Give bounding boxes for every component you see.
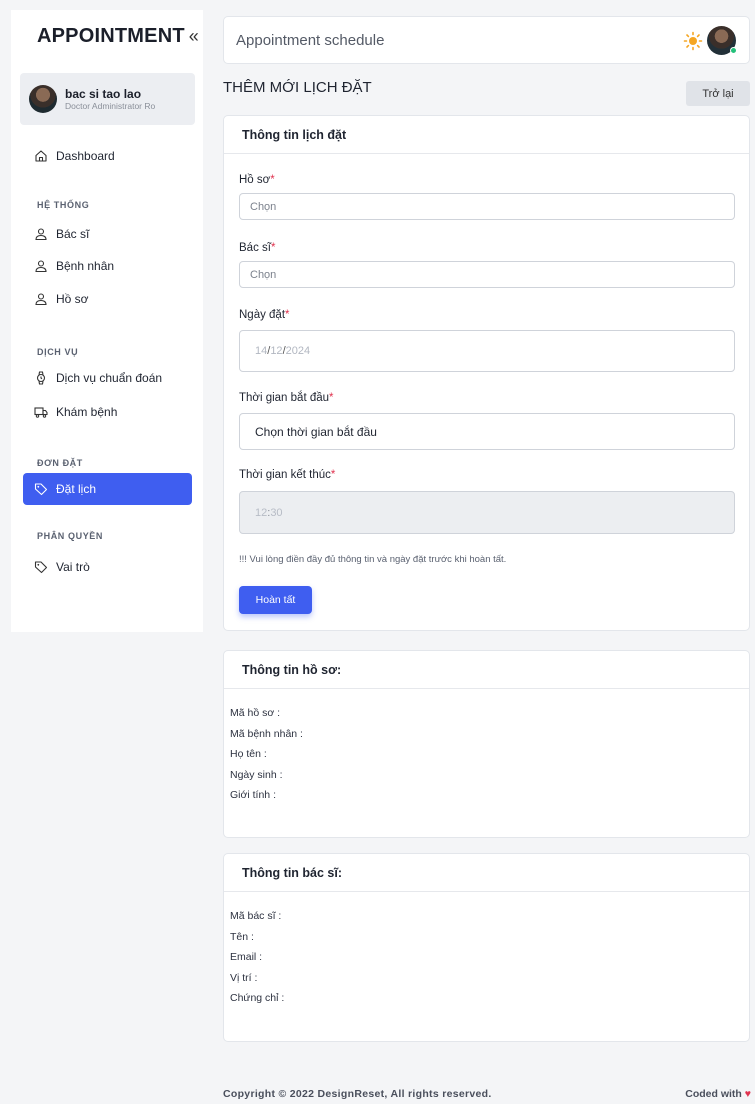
user-icon	[34, 227, 48, 241]
doctor-id-row: Mã bác sĩ :	[230, 910, 282, 922]
card-title: Thông tin hồ sơ:	[224, 651, 749, 689]
form-notice: !!! Vui lòng điền đầy đủ thông tin và ng…	[239, 554, 507, 565]
back-button[interactable]: Trở lại	[686, 81, 750, 106]
record-info-card: Thông tin hồ sơ: Mã hồ sơ : Mã bệnh nhân…	[223, 650, 750, 838]
card-title: Thông tin bác sĩ:	[224, 854, 749, 892]
page-heading: THÊM MỚI LỊCH ĐẶT	[223, 79, 372, 96]
doctor-email-row: Email :	[230, 951, 263, 963]
tag-icon	[34, 560, 48, 574]
brand-logo-text: APPOINTMENT	[37, 25, 185, 47]
top-bar: Appointment schedule	[223, 16, 750, 64]
sidebar-item-label: Bác sĩ	[56, 227, 90, 241]
end-time-field: 12:30	[239, 491, 735, 534]
tag-icon	[34, 482, 48, 496]
sidebar-item-booking[interactable]: Đặt lịch	[23, 473, 192, 505]
section-permissions: PHÂN QUYỀN	[37, 531, 104, 541]
start-time-field[interactable]: Chọn thời gian bắt đầu	[239, 413, 735, 450]
sun-icon[interactable]	[683, 31, 703, 51]
sidebar-item-checkup[interactable]: Khám bệnh	[23, 396, 192, 428]
booking-form-card: Thông tin lịch đặt Hồ sơ* Chọn Bác sĩ* C…	[223, 115, 750, 631]
collapse-sidebar-icon[interactable]: «	[189, 26, 199, 47]
gender-row: Giới tính :	[230, 789, 276, 801]
end-time-label: Thời gian kết thúc*	[239, 469, 336, 481]
doctor-info-card: Thông tin bác sĩ: Mã bác sĩ : Tên : Emai…	[223, 853, 750, 1042]
patient-id-row: Mã bệnh nhân :	[230, 727, 303, 740]
doctor-label: Bác sĩ*	[239, 242, 276, 254]
doctor-certificate-row: Chứng chỉ :	[230, 992, 285, 1004]
sidebar-item-label: Bệnh nhân	[56, 259, 115, 273]
sidebar: APPOINTMENT « bac si tao lao Doctor Admi…	[11, 10, 203, 632]
heart-icon: ♥	[744, 1088, 751, 1100]
doctor-position-row: Vị trí :	[230, 971, 258, 984]
sidebar-item-label: Dịch vụ chuẩn đoán	[56, 371, 163, 385]
doctor-name-row: Tên :	[230, 930, 254, 943]
home-icon	[34, 149, 48, 163]
brand: APPOINTMENT «	[37, 25, 199, 48]
user-icon	[34, 292, 48, 306]
user-name: bac si tao lao	[65, 87, 142, 101]
user-card[interactable]: bac si tao lao Doctor Administrator Ro	[20, 73, 195, 125]
record-label: Hồ sơ*	[239, 174, 275, 186]
sidebar-item-patient[interactable]: Bệnh nhân	[23, 250, 192, 282]
section-services: DỊCH VỤ	[37, 347, 79, 357]
birth-date-row: Ngày sinh :	[230, 768, 283, 781]
sidebar-item-diagnosis[interactable]: Dịch vụ chuẩn đoán	[23, 362, 192, 394]
sidebar-item-label: Dashboard	[56, 149, 115, 163]
sidebar-item-label: Khám bệnh	[56, 405, 118, 419]
sidebar-item-label: Vai trò	[56, 560, 90, 574]
sidebar-item-doctor[interactable]: Bác sĩ	[23, 218, 192, 250]
doctor-select[interactable]: Chọn	[239, 261, 735, 288]
user-icon	[34, 259, 48, 273]
online-status-dot	[730, 47, 737, 54]
start-time-label: Thời gian bắt đầu*	[239, 392, 334, 404]
sidebar-item-label: Hồ sơ	[56, 292, 89, 306]
section-orders: ĐƠN ĐẶT	[37, 458, 83, 468]
sidebar-item-dashboard[interactable]: Dashboard	[23, 140, 192, 172]
section-system: HỆ THỐNG	[37, 200, 90, 210]
avatar	[29, 85, 57, 113]
date-field[interactable]: 14/12/2024	[239, 330, 735, 372]
sidebar-item-label: Đặt lịch	[56, 482, 97, 496]
full-name-row: Họ tên :	[230, 748, 267, 760]
page-title: Appointment schedule	[236, 31, 385, 49]
watch-icon	[34, 371, 48, 385]
truck-icon	[34, 405, 48, 419]
sidebar-item-roles[interactable]: Vai trò	[23, 551, 192, 583]
record-id-row: Mã hồ sơ :	[230, 707, 281, 719]
user-role: Doctor Administrator Ro	[65, 101, 156, 111]
footer-copyright: Copyright © 2022 DesignReset, All rights…	[223, 1088, 492, 1100]
footer-coded-with: Coded with ♥	[685, 1088, 751, 1100]
record-select[interactable]: Chọn	[239, 193, 735, 220]
card-title: Thông tin lịch đặt	[224, 116, 749, 154]
sidebar-item-record[interactable]: Hồ sơ	[23, 283, 192, 315]
submit-button[interactable]: Hoàn tất	[239, 586, 312, 614]
date-label: Ngày đặt*	[239, 309, 290, 321]
